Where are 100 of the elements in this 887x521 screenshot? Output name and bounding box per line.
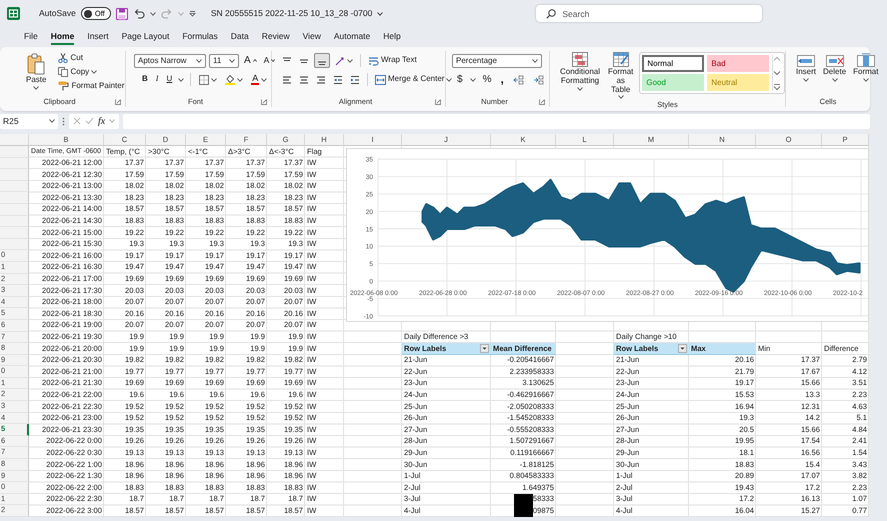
caret-icon (577, 86, 584, 91)
document-title: SN 20555515 2022-11-25 10_13_28 -0700 (210, 7, 372, 20)
font-size-field[interactable]: 11 (209, 54, 239, 68)
wrap-text-button[interactable]: Wrap Text (366, 56, 419, 66)
clipboard-icon (27, 53, 46, 75)
scroll-up-icon[interactable] (773, 55, 782, 63)
cell-style-option[interactable]: Bad (707, 55, 770, 72)
align-center-button[interactable] (297, 74, 311, 84)
filter-dropdown-icon[interactable] (480, 344, 489, 353)
ribbon-tab[interactable]: Home (50, 28, 74, 46)
caret-icon (261, 78, 268, 82)
scroll-down-icon[interactable] (773, 69, 782, 77)
caret-icon (178, 12, 184, 16)
shrink-font-button[interactable]: A (262, 56, 278, 66)
percent-button[interactable]: % (480, 74, 494, 85)
cut-button[interactable]: Cut (56, 53, 126, 63)
font-name-field[interactable]: Aptos Narrow (134, 54, 206, 68)
caret-icon (49, 119, 55, 123)
ribbon-tab[interactable]: Help (383, 28, 401, 46)
delete-cells-button[interactable]: Delete (821, 53, 848, 82)
comma-style-button[interactable]: , (498, 72, 506, 86)
bottom-align-button[interactable] (314, 53, 330, 68)
ribbon-tab[interactable]: Page Layout (122, 28, 170, 46)
copy-icon (58, 67, 68, 77)
undo-icon[interactable] (132, 8, 145, 19)
format-painter-button[interactable]: Format Painter (56, 81, 126, 91)
indent-icon (350, 74, 360, 84)
search-field[interactable]: Search (536, 5, 762, 22)
borders-icon (199, 74, 210, 84)
increase-indent-button[interactable] (348, 74, 362, 84)
decimal-icon (532, 74, 544, 84)
caret-icon (862, 78, 869, 82)
more-styles-icon[interactable] (773, 83, 782, 91)
dialog-launcher-icon[interactable] (435, 99, 441, 105)
underline-button[interactable]: U (164, 75, 174, 84)
dialog-launcher-icon[interactable] (115, 99, 121, 105)
caret-icon (803, 78, 809, 82)
lines-icon (282, 74, 292, 84)
save-icon[interactable] (116, 8, 128, 20)
paintbrush-icon (58, 81, 70, 91)
name-box[interactable]: R25 (0, 114, 58, 128)
font-color-button[interactable]: A (249, 74, 270, 85)
ribbon-tab[interactable]: File (24, 28, 38, 46)
check-icon[interactable] (85, 117, 94, 125)
format-cells-button[interactable]: Format (851, 53, 880, 82)
wrap-icon (368, 56, 379, 66)
caret-icon (91, 70, 98, 74)
bold-button[interactable]: B (140, 75, 150, 84)
paste-button[interactable]: Paste (24, 53, 48, 90)
insert-function-button[interactable]: fx (98, 114, 106, 128)
align-left-button[interactable] (280, 74, 294, 84)
merge-center-button[interactable]: Merge & Center (373, 74, 454, 84)
lines-icon (299, 74, 309, 84)
number-format-field[interactable]: Percentage (452, 54, 542, 68)
formula-input[interactable] (123, 114, 870, 128)
outdent-icon (333, 74, 343, 84)
delete-cells-icon (826, 53, 844, 67)
scissors-icon (58, 53, 68, 63)
fill-color-button[interactable] (223, 74, 246, 85)
caret-icon (178, 78, 184, 82)
currency-button[interactable]: $ (455, 74, 465, 85)
down-chevron-icon (271, 59, 276, 62)
borders-button[interactable] (197, 74, 220, 84)
merge-icon (375, 74, 386, 84)
ribbon-tab[interactable]: Review (262, 28, 290, 46)
customize-toolbar-icon[interactable] (188, 10, 196, 17)
caret-icon (377, 12, 384, 16)
grow-font-button[interactable]: A (242, 55, 259, 66)
dialog-launcher-icon[interactable] (261, 99, 267, 105)
caret-icon (618, 95, 624, 100)
angled-text-icon (335, 56, 345, 66)
cell-style-option[interactable]: Normal (642, 55, 704, 72)
caret-icon (446, 78, 452, 82)
more-options-icon (62, 116, 65, 126)
lines-icon (316, 74, 326, 84)
insert-cells-icon (797, 53, 815, 67)
ribbon-tab[interactable]: Formulas (182, 28, 218, 46)
decrease-indent-button[interactable] (331, 74, 345, 84)
copy-button[interactable]: Copy (56, 67, 126, 77)
caret-icon (196, 58, 202, 62)
conditional-formatting-button[interactable]: Conditional Formatting (558, 52, 602, 91)
ribbon-tab[interactable]: Automate (334, 28, 370, 46)
insert-cells-button[interactable]: Insert (794, 53, 818, 82)
ribbon-tab[interactable]: Insert (87, 28, 109, 46)
orientation-button[interactable] (333, 56, 355, 66)
autosave-label: AutoSave (39, 7, 76, 20)
filter-dropdown-icon[interactable] (678, 344, 687, 353)
dialog-launcher-icon[interactable] (539, 99, 545, 105)
up-chevron-icon (252, 59, 257, 62)
spreadsheet-logo-icon (7, 7, 20, 20)
increase-decimal-button[interactable] (510, 74, 526, 84)
ribbon-tab[interactable]: Data (230, 28, 249, 46)
paint-bucket-icon (225, 74, 236, 85)
ribbon-tab[interactable]: View (302, 28, 321, 46)
caret-icon (229, 58, 235, 62)
caret-icon (470, 78, 476, 82)
format-as-table-button[interactable]: Format as Table (606, 52, 636, 100)
caret-icon (832, 78, 838, 82)
align-right-button[interactable] (314, 74, 328, 84)
italic-button[interactable]: I (154, 75, 160, 84)
